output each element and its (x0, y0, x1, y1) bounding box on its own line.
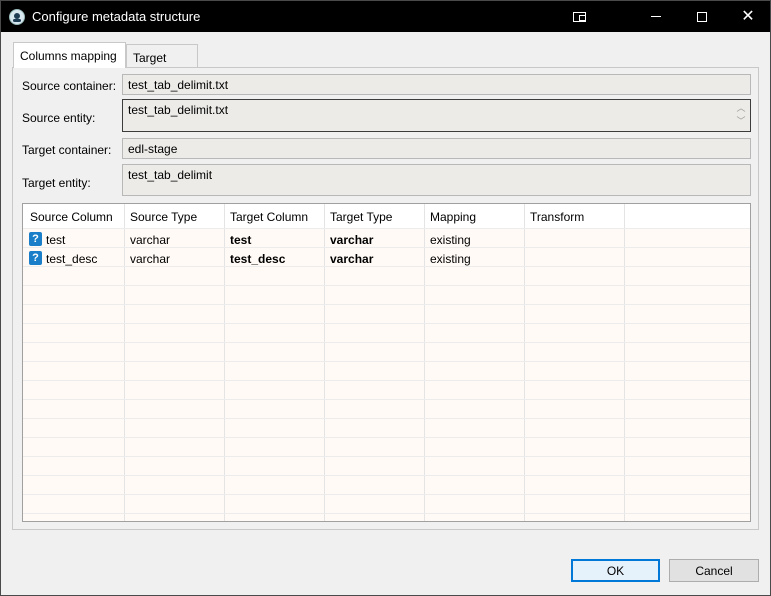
row-divider (23, 494, 750, 495)
cancel-button[interactable]: Cancel (669, 559, 759, 582)
header-target-column[interactable]: Target Column (230, 210, 308, 224)
row-divider (23, 266, 750, 267)
cell-source-type: varchar (130, 233, 171, 247)
cell-target-type[interactable]: varchar (330, 233, 373, 247)
cell-target-column[interactable]: test (230, 233, 251, 247)
cell-source-column: test_desc (46, 252, 98, 266)
header-source-type[interactable]: Source Type (130, 210, 197, 224)
window-menu-icon (572, 11, 586, 22)
column-divider (224, 204, 225, 521)
column-divider (424, 204, 425, 521)
row-divider (23, 342, 750, 343)
maximize-button[interactable] (679, 1, 725, 32)
header-mapping[interactable]: Mapping (430, 210, 476, 224)
target-container-field[interactable]: edl-stage (122, 138, 751, 159)
target-container-label: Target container: (22, 143, 112, 157)
source-entity-field[interactable]: test_tab_delimit.txt ︿ ﹀ (122, 99, 751, 132)
row-divider (23, 361, 750, 362)
columns-mapping-table[interactable]: Source Column Source Type Target Column … (22, 203, 751, 522)
help-icon[interactable]: ? (29, 232, 42, 246)
tab-columns-mapping[interactable]: Columns mapping (13, 42, 126, 68)
help-icon[interactable]: ? (29, 251, 42, 265)
minimize-icon (651, 16, 661, 17)
column-divider (324, 204, 325, 521)
cell-target-type[interactable]: varchar (330, 252, 373, 266)
cell-source-type: varchar (130, 252, 171, 266)
cell-source-column: test (46, 233, 66, 247)
row-divider (23, 475, 750, 476)
cell-mapping: existing (430, 233, 471, 247)
header-target-type[interactable]: Target Type (330, 210, 392, 224)
source-entity-label: Source entity: (22, 111, 96, 125)
close-button[interactable]: ✕ (725, 1, 771, 32)
row-divider (23, 247, 750, 248)
row-divider (23, 418, 750, 419)
header-transform[interactable]: Transform (530, 210, 584, 224)
cell-target-column[interactable]: test_desc (230, 252, 285, 266)
app-logo-icon (9, 9, 25, 25)
row-divider (23, 380, 750, 381)
maximize-icon (697, 11, 707, 22)
header-source-column[interactable]: Source Column (30, 210, 113, 224)
row-divider (23, 513, 750, 514)
column-divider (124, 204, 125, 521)
window-title: Configure metadata structure (32, 9, 201, 24)
target-entity-label: Target entity: (22, 176, 91, 190)
dialog-window: Configure metadata structure ✕ Columns m… (0, 0, 771, 596)
scroll-up-icon[interactable]: ︿ (736, 102, 746, 115)
minimize-button[interactable] (633, 1, 679, 32)
row-divider (23, 304, 750, 305)
row-divider (23, 437, 750, 438)
target-entity-field[interactable]: test_tab_delimit (122, 164, 751, 196)
cell-mapping: existing (430, 252, 471, 266)
row-divider (23, 228, 750, 229)
row-divider (23, 456, 750, 457)
source-entity-value: test_tab_delimit.txt (128, 103, 229, 117)
source-container-field[interactable]: test_tab_delimit.txt (122, 74, 751, 95)
field-scrollbar[interactable]: ︿ ﹀ (736, 102, 746, 130)
ok-button[interactable]: OK (571, 559, 660, 582)
tab-target-ddl[interactable]: Target DDL (126, 44, 198, 79)
row-divider (23, 399, 750, 400)
window-extra-button[interactable] (556, 1, 602, 32)
source-container-label: Source container: (22, 79, 117, 93)
scroll-down-icon[interactable]: ﹀ (736, 115, 746, 128)
row-divider (23, 285, 750, 286)
close-icon: ✕ (741, 7, 755, 25)
column-divider (524, 204, 525, 521)
row-divider (23, 323, 750, 324)
column-divider (624, 204, 625, 521)
title-bar[interactable]: Configure metadata structure ✕ (1, 1, 770, 32)
